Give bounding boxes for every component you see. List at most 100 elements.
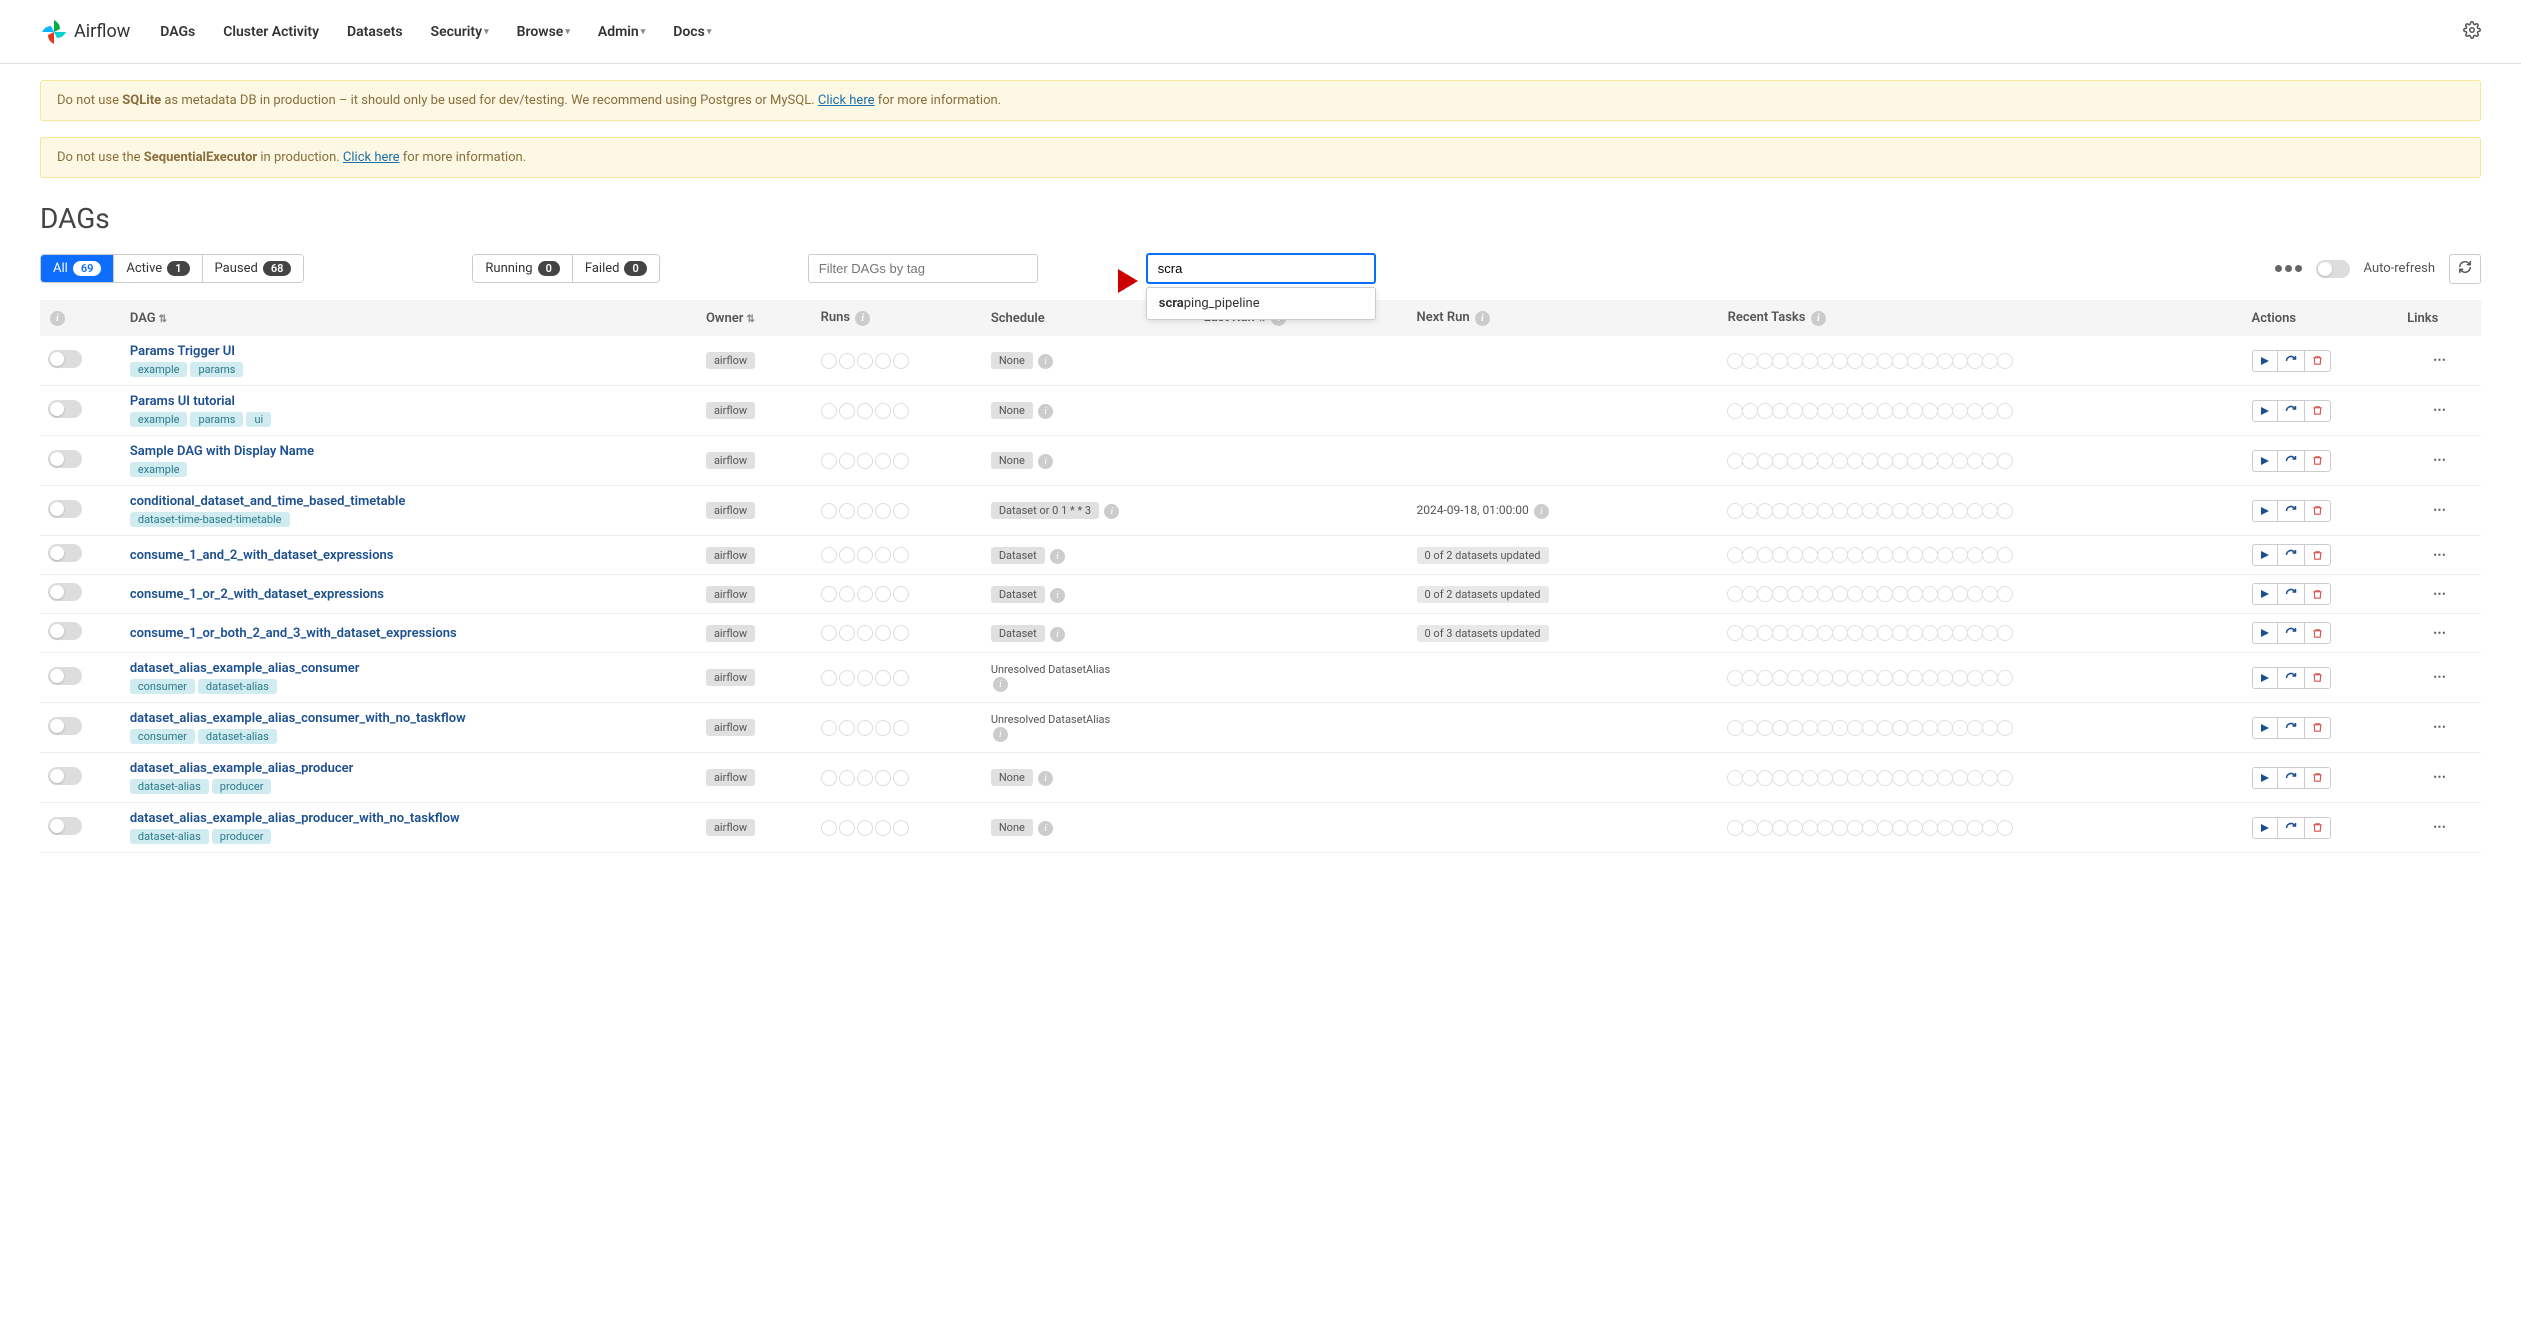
task-circle[interactable] (1862, 770, 1878, 786)
task-circle[interactable] (1877, 403, 1893, 419)
task-circle[interactable] (1802, 503, 1818, 519)
task-circle[interactable] (1997, 770, 2013, 786)
task-circle[interactable] (1832, 820, 1848, 836)
delete-dag-button[interactable] (2304, 544, 2331, 566)
dag-pause-toggle[interactable] (48, 767, 82, 785)
task-circle[interactable] (1922, 586, 1938, 602)
task-circle[interactable] (1937, 625, 1953, 641)
task-circle[interactable] (1982, 820, 1998, 836)
task-circle[interactable] (1862, 353, 1878, 369)
task-circle[interactable] (1937, 586, 1953, 602)
dag-tag[interactable]: consumer (130, 679, 195, 694)
task-circle[interactable] (1817, 403, 1833, 419)
task-circle[interactable] (1847, 353, 1863, 369)
run-circle[interactable] (821, 586, 837, 602)
info-icon[interactable]: i (1038, 821, 1053, 836)
task-circle[interactable] (1937, 720, 1953, 736)
task-circle[interactable] (1967, 353, 1983, 369)
run-circle[interactable] (893, 547, 909, 563)
task-circle[interactable] (1772, 770, 1788, 786)
task-circle[interactable] (1877, 586, 1893, 602)
task-circle[interactable] (1727, 770, 1743, 786)
schedule-badge[interactable]: Dataset (991, 586, 1045, 603)
task-circle[interactable] (1832, 586, 1848, 602)
run-circle[interactable] (839, 353, 855, 369)
task-circle[interactable] (1772, 586, 1788, 602)
task-circle[interactable] (1757, 403, 1773, 419)
nav-item-admin[interactable]: Admin▾ (598, 24, 645, 40)
task-circle[interactable] (1847, 820, 1863, 836)
trigger-button[interactable] (2252, 500, 2278, 522)
dag-name-link[interactable]: consume_1_or_both_2_and_3_with_dataset_e… (130, 626, 690, 641)
run-circle[interactable] (821, 353, 837, 369)
gear-icon[interactable] (2463, 21, 2481, 43)
task-circle[interactable] (1937, 547, 1953, 563)
logo[interactable]: Airflow (40, 18, 130, 46)
task-circle[interactable] (1967, 403, 1983, 419)
run-circle[interactable] (839, 403, 855, 419)
task-circle[interactable] (1922, 503, 1938, 519)
run-circle[interactable] (821, 503, 837, 519)
task-circle[interactable] (1802, 625, 1818, 641)
task-circle[interactable] (1862, 720, 1878, 736)
info-icon[interactable]: i (1050, 588, 1065, 603)
delete-dag-button[interactable] (2304, 583, 2331, 605)
task-circle[interactable] (1832, 770, 1848, 786)
task-circle[interactable] (1742, 820, 1758, 836)
task-circle[interactable] (1922, 353, 1938, 369)
task-circle[interactable] (1907, 403, 1923, 419)
run-circle[interactable] (893, 625, 909, 641)
task-circle[interactable] (1772, 670, 1788, 686)
task-circle[interactable] (1832, 547, 1848, 563)
owner-badge[interactable]: airflow (706, 402, 755, 419)
task-circle[interactable] (1967, 670, 1983, 686)
task-circle[interactable] (1922, 403, 1938, 419)
run-circle[interactable] (857, 503, 873, 519)
filter-running[interactable]: Running0 (473, 255, 572, 282)
links-menu-button[interactable]: ⋯ (2433, 820, 2447, 835)
task-circle[interactable] (1742, 720, 1758, 736)
run-circle[interactable] (857, 547, 873, 563)
task-circle[interactable] (1907, 586, 1923, 602)
refresh-dag-button[interactable] (2277, 767, 2305, 789)
task-circle[interactable] (1937, 770, 1953, 786)
schedule-badge[interactable]: Dataset (991, 625, 1045, 642)
task-circle[interactable] (1727, 503, 1743, 519)
task-circle[interactable] (1727, 353, 1743, 369)
task-circle[interactable] (1952, 586, 1968, 602)
task-circle[interactable] (1952, 503, 1968, 519)
delete-dag-button[interactable] (2304, 400, 2331, 422)
dag-tag[interactable]: example (130, 362, 188, 377)
dag-tag[interactable]: dataset-time-based-timetable (130, 512, 290, 527)
dag-pause-toggle[interactable] (48, 350, 82, 368)
dataset-status[interactable]: 0 of 2 datasets updated (1417, 547, 1549, 564)
delete-dag-button[interactable] (2304, 767, 2331, 789)
task-circle[interactable] (1862, 625, 1878, 641)
run-circle[interactable] (857, 720, 873, 736)
task-circle[interactable] (1877, 720, 1893, 736)
links-menu-button[interactable]: ⋯ (2433, 720, 2447, 735)
task-circle[interactable] (1922, 453, 1938, 469)
alert-link[interactable]: Click here (818, 93, 875, 108)
run-circle[interactable] (893, 586, 909, 602)
task-circle[interactable] (1742, 403, 1758, 419)
task-circle[interactable] (1772, 453, 1788, 469)
task-circle[interactable] (1952, 720, 1968, 736)
links-menu-button[interactable]: ⋯ (2433, 353, 2447, 368)
dag-pause-toggle[interactable] (48, 622, 82, 640)
dag-tag[interactable]: dataset-alias (130, 829, 209, 844)
delete-dag-button[interactable] (2304, 817, 2331, 839)
task-circle[interactable] (1742, 770, 1758, 786)
task-circle[interactable] (1937, 670, 1953, 686)
refresh-dag-button[interactable] (2277, 450, 2305, 472)
col-header-dag[interactable]: DAG⇅ (122, 300, 698, 336)
task-circle[interactable] (1892, 503, 1908, 519)
dag-tag[interactable]: params (190, 412, 243, 427)
task-circle[interactable] (1787, 720, 1803, 736)
run-circle[interactable] (875, 670, 891, 686)
trigger-button[interactable] (2252, 622, 2278, 644)
task-circle[interactable] (1802, 586, 1818, 602)
task-circle[interactable] (1847, 625, 1863, 641)
task-circle[interactable] (1817, 720, 1833, 736)
task-circle[interactable] (1997, 720, 2013, 736)
